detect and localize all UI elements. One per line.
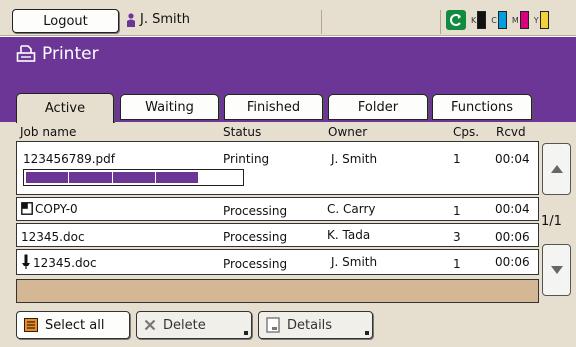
- tab-waiting[interactable]: Waiting: [120, 94, 219, 120]
- toner-y: Y: [534, 11, 549, 29]
- tab-label: Waiting: [145, 99, 194, 115]
- job-row[interactable]: 123456789.pdf Printing J. Smith 1 00:04: [16, 141, 539, 195]
- column-header-job-name: Job name: [20, 125, 77, 139]
- copy-icon: [21, 202, 33, 215]
- column-header-owner: Owner: [328, 125, 368, 139]
- toner-c: C: [491, 11, 507, 29]
- column-header-status: Status: [223, 125, 262, 139]
- tab-finished[interactable]: Finished: [224, 94, 323, 120]
- toner-m: M: [512, 11, 529, 29]
- job-owner: C. Carry: [327, 202, 376, 216]
- tab-folder[interactable]: Folder: [328, 94, 428, 120]
- toner-k-label: K: [471, 15, 477, 25]
- toner-k: K: [471, 11, 487, 29]
- select-all-label: Select all: [45, 317, 105, 333]
- toner-m-icon: [519, 11, 529, 29]
- arrow-up-icon: [550, 165, 563, 173]
- tab-functions[interactable]: Functions: [432, 94, 532, 120]
- column-header-received: Rcvd: [496, 125, 526, 139]
- printer-icon: [16, 45, 36, 62]
- page-title-text: Printer: [42, 44, 99, 64]
- job-received: 00:06: [495, 255, 530, 269]
- toner-y-label: Y: [533, 15, 539, 25]
- job-copies: 1: [453, 204, 461, 218]
- current-user: J. Smith: [126, 12, 190, 27]
- job-copies: 3: [453, 230, 461, 244]
- print-progress-fill: [26, 172, 198, 183]
- submenu-indicator-icon: [244, 331, 248, 335]
- tab-label: Finished: [246, 99, 301, 115]
- details-icon: [266, 317, 280, 333]
- delete-icon: [144, 319, 156, 331]
- toner-k-icon: [477, 11, 487, 29]
- empty-row: [16, 279, 539, 303]
- job-status: Printing: [223, 152, 270, 166]
- arrow-down-icon: [550, 266, 563, 274]
- column-header-copies: Cps.: [453, 125, 480, 139]
- job-status: Processing: [223, 204, 288, 218]
- job-name-cell: COPY-0: [21, 202, 78, 216]
- job-status: Processing: [223, 257, 288, 271]
- job-row[interactable]: 12345.doc Processing K. Tada 3 00:06: [16, 223, 539, 247]
- job-name: COPY-0: [35, 202, 78, 216]
- job-name: 123456789.pdf: [23, 152, 115, 166]
- logout-button-label: Logout: [43, 13, 88, 29]
- toner-c-label: C: [491, 15, 497, 25]
- delete-label: Delete: [163, 317, 206, 333]
- job-row[interactable]: 12345.doc Processing J. Smith 1 00:06: [16, 249, 539, 275]
- divider: [440, 10, 441, 34]
- job-owner: K. Tada: [327, 228, 371, 242]
- print-progress-bar: [23, 169, 244, 186]
- logout-button[interactable]: Logout: [12, 9, 119, 33]
- submenu-indicator-icon: [365, 331, 369, 335]
- job-owner: J. Smith: [331, 255, 378, 269]
- delete-button[interactable]: Delete: [136, 311, 252, 339]
- scroll-down-button[interactable]: [542, 244, 571, 296]
- select-all-button[interactable]: Select all: [16, 311, 130, 339]
- title-bar: Printer: [0, 37, 576, 99]
- job-name: 12345.doc: [33, 256, 97, 270]
- details-label: Details: [287, 317, 333, 333]
- user-icon: [127, 12, 135, 27]
- job-status: Processing: [223, 230, 288, 244]
- job-name-cell: 12345.doc: [21, 254, 97, 270]
- job-owner: J. Smith: [331, 152, 378, 166]
- page-indicator: 1/1: [541, 214, 562, 229]
- tab-label: Functions: [450, 99, 514, 115]
- toner-c-icon: [497, 11, 507, 29]
- divider: [321, 10, 322, 34]
- details-button[interactable]: Details: [258, 311, 373, 339]
- status-bar: Logout J. Smith K C M Y: [0, 0, 576, 36]
- scroll-up-button[interactable]: [542, 143, 571, 195]
- toner-y-icon: [539, 11, 549, 29]
- job-copies: 1: [453, 257, 461, 271]
- job-received: 00:06: [495, 230, 530, 244]
- tab-label: Active: [44, 101, 86, 116]
- status-ok-icon[interactable]: [446, 10, 466, 30]
- job-name: 12345.doc: [21, 230, 85, 244]
- job-received: 00:04: [495, 202, 530, 216]
- toner-m-label: M: [511, 15, 519, 25]
- user-name: J. Smith: [140, 12, 190, 27]
- tab-label: Folder: [357, 99, 399, 115]
- toner-levels: K C M Y: [446, 10, 554, 30]
- pin-icon: [22, 254, 30, 269]
- job-row[interactable]: COPY-0 Processing C. Carry 1 00:04: [16, 197, 539, 221]
- tab-active[interactable]: Active: [16, 93, 114, 123]
- page-title: Printer: [16, 44, 99, 64]
- job-received: 00:04: [495, 152, 530, 166]
- job-copies: 1: [453, 152, 461, 166]
- select-all-icon: [24, 318, 38, 332]
